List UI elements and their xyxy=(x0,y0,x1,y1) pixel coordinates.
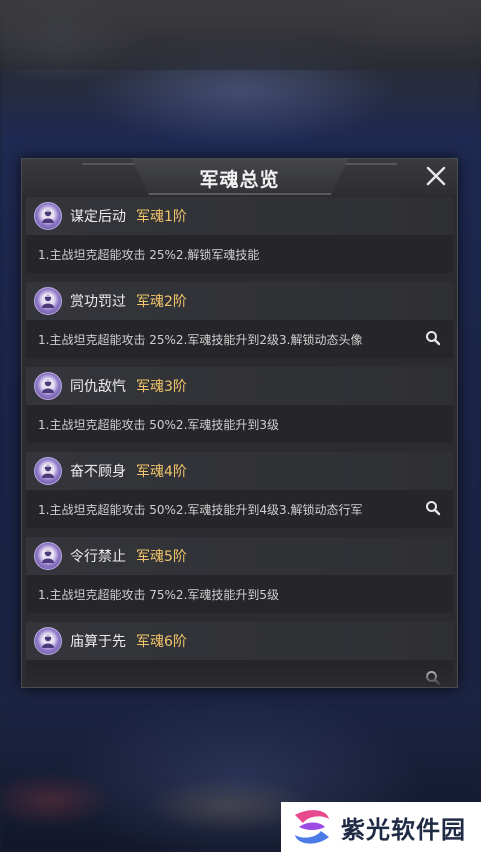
soul-badge-icon xyxy=(34,627,62,655)
soul-level-effects: 1.主战坦克超能攻击 75%2.军魂技能升到5级 xyxy=(26,575,453,613)
soul-level-description: 1.主战坦克超能攻击 50%2.军魂技能升到4级3.解锁动态行军 xyxy=(38,502,363,517)
preview-search-icon[interactable] xyxy=(425,500,443,518)
soul-level-item: 谋定后动 军魂1阶 1.主战坦克超能攻击 25%2.解锁军魂技能 xyxy=(26,197,453,273)
soul-level-item: 同仇敌忾 军魂3阶 1.主战坦克超能攻击 50%2.军魂技能升到3级 xyxy=(26,367,453,443)
soul-level-name: 庙算于先 xyxy=(70,634,126,650)
soul-overview-dialog: 军魂总览 谋定后动 军魂1阶 1.主战坦克超能攻击 25%2.解锁军魂技能 赏功罚过军… xyxy=(21,158,458,688)
soul-level-effects: 1.主战坦克超能攻击 25%2.解锁军魂技能 xyxy=(26,235,453,273)
close-icon xyxy=(426,166,446,186)
soul-level-effects: 1.主战坦克超能攻击 50%2.军魂技能升到4级3.解锁动态行军 xyxy=(26,490,453,528)
soul-level-name: 令行禁止 xyxy=(70,549,126,565)
soul-badge-icon xyxy=(34,287,62,315)
soul-level-description: 1.主战坦克超能攻击 50%2.军魂技能升到3级 xyxy=(38,417,280,432)
soul-badge-icon xyxy=(34,202,62,230)
soul-level-item: 令行禁止 军魂5阶 1.主战坦克超能攻击 75%2.军魂技能升到5级 xyxy=(26,537,453,613)
soul-level-header: 同仇敌忾 军魂3阶 xyxy=(26,367,453,405)
soul-level-description: 1.主战坦克超能攻击 75%2.军魂技能升到5级 xyxy=(38,587,280,602)
soul-level-name: 赏功罚过 xyxy=(70,294,126,310)
soul-level-header: 谋定后动 军魂1阶 xyxy=(26,197,453,235)
soul-level-effects: 1.主战坦克超能攻击 50%2.军魂技能升到3级 xyxy=(26,405,453,443)
soul-level-header: 庙算于先 军魂6阶 xyxy=(26,622,453,660)
watermark: 紫光软件园 xyxy=(281,802,481,852)
watermark-text: 紫光软件园 xyxy=(341,815,466,844)
scroll-fade xyxy=(22,665,457,687)
dialog-header: 军魂总览 xyxy=(22,159,457,195)
watermark-logo-icon xyxy=(295,810,329,844)
soul-level-header: 赏功罚过 军魂2阶 xyxy=(26,282,453,320)
soul-level-header: 令行禁止 军魂5阶 xyxy=(26,537,453,575)
close-button[interactable] xyxy=(421,161,451,191)
soul-level-tier: 军魂6阶 xyxy=(136,634,187,650)
soul-level-name: 谋定后动 xyxy=(70,209,126,225)
soul-level-item: 奋不顾身 军魂4阶 1.主战坦克超能攻击 50%2.军魂技能升到4级3.解锁动态行军 xyxy=(26,452,453,528)
soul-level-tier: 军魂5阶 xyxy=(136,549,187,565)
soul-level-tier: 军魂3阶 xyxy=(136,379,187,395)
soul-badge-icon xyxy=(34,542,62,570)
soul-level-item: 赏功罚过 军魂2阶 1.主战坦克超能攻击 25%2.军魂技能升到2级3.解锁动态头像 xyxy=(26,282,453,358)
dialog-title: 军魂总览 xyxy=(199,169,280,191)
soul-level-list[interactable]: 谋定后动 军魂1阶 1.主战坦克超能攻击 25%2.解锁军魂技能赏功罚过 军魂2阶 1.… xyxy=(26,197,453,687)
soul-level-tier: 军魂4阶 xyxy=(136,464,187,480)
soul-level-header: 奋不顾身 军魂4阶 xyxy=(26,452,453,490)
soul-badge-icon xyxy=(34,372,62,400)
soul-level-effects: 1.主战坦克超能攻击 25%2.军魂技能升到2级3.解锁动态头像 xyxy=(26,320,453,358)
top-bar-blurred xyxy=(0,0,481,70)
soul-level-name: 奋不顾身 xyxy=(70,464,126,480)
soul-level-tier: 军魂2阶 xyxy=(136,294,187,310)
soul-level-description: 1.主战坦克超能攻击 25%2.解锁军魂技能 xyxy=(38,247,260,262)
soul-level-tier: 军魂1阶 xyxy=(136,209,187,225)
soul-level-description: 1.主战坦克超能攻击 25%2.军魂技能升到2级3.解锁动态头像 xyxy=(38,332,363,347)
soul-badge-icon xyxy=(34,457,62,485)
soul-level-name: 同仇敌忾 xyxy=(70,379,126,395)
preview-search-icon[interactable] xyxy=(425,330,443,348)
